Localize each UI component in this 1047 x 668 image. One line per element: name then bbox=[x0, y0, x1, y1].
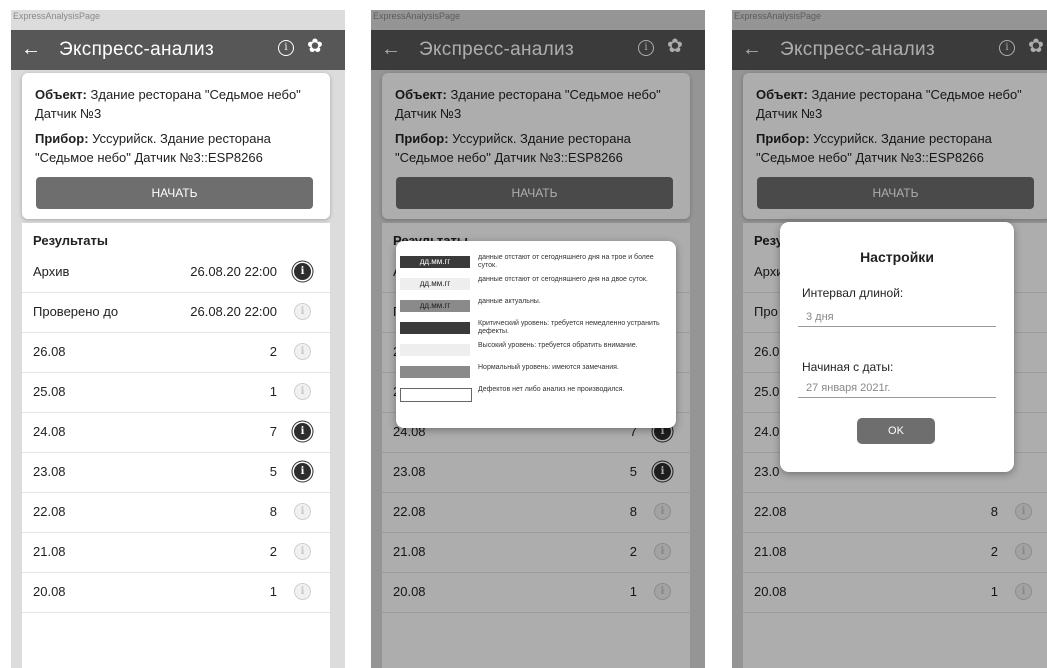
result-row-value: 26.08.20 22:00 bbox=[190, 264, 277, 279]
interval-field[interactable]: 3 дня bbox=[798, 307, 996, 327]
legend-swatch bbox=[400, 322, 470, 334]
legend-swatch: дд.мм.гг bbox=[400, 278, 470, 290]
info-icon[interactable]: i bbox=[294, 503, 311, 520]
back-arrow-icon[interactable]: ← bbox=[21, 37, 41, 61]
result-row-label: 25.08 bbox=[33, 384, 66, 399]
result-row-label: Проверено до bbox=[33, 304, 119, 319]
result-row-label: 21.08 bbox=[33, 544, 66, 559]
legend-text: Дефектов нет либо анализ не производился… bbox=[478, 386, 625, 393]
object-card: Объект: Здание ресторана "Седьмое небо" … bbox=[22, 73, 330, 219]
start-date-label: Начиная с даты: bbox=[802, 360, 894, 374]
interval-label: Интервал длиной: bbox=[802, 286, 904, 300]
result-row-label: 23.08 bbox=[33, 464, 66, 479]
gear-icon[interactable]: ✿ bbox=[307, 35, 323, 59]
info-icon[interactable]: i bbox=[294, 463, 311, 480]
result-row-value: 1 bbox=[269, 584, 277, 599]
legend-swatch: дд.мм.гг bbox=[400, 300, 470, 312]
result-row-value: 7 bbox=[269, 424, 277, 439]
legend-swatch: дд.мм.гг bbox=[400, 256, 470, 268]
result-row[interactable]: 25.08 1 i bbox=[22, 373, 330, 413]
result-row-label: Архив bbox=[33, 264, 70, 279]
legend-item: Дефектов нет либо анализ не производился… bbox=[400, 386, 672, 404]
result-row[interactable]: 21.08 2 i bbox=[22, 533, 330, 573]
legend-item: Нормальный уровень: имеются замечания. bbox=[400, 364, 672, 382]
object-line: Объект: Здание ресторана "Седьмое небо" … bbox=[35, 85, 320, 123]
result-row[interactable]: 23.08 5 i bbox=[22, 453, 330, 493]
legend-text: Нормальный уровень: имеются замечания. bbox=[478, 364, 619, 371]
info-icon[interactable]: i bbox=[294, 423, 311, 440]
info-icon[interactable]: i bbox=[294, 583, 311, 600]
result-row[interactable]: 24.08 7 i bbox=[22, 413, 330, 453]
screen-legend: ExpressAnalysisPage ← Экспресс-анализ i … bbox=[371, 10, 705, 668]
result-row-label: 26.08 bbox=[33, 344, 66, 359]
info-icon[interactable]: i bbox=[278, 40, 294, 56]
result-row-label: 20.08 bbox=[33, 584, 66, 599]
start-date-field[interactable]: 27 января 2021г. bbox=[798, 378, 996, 398]
device-label: Прибор: bbox=[35, 131, 89, 146]
result-row-value: 26.08.20 22:00 bbox=[190, 304, 277, 319]
legend-swatch bbox=[400, 366, 470, 378]
legend-text: Высокий уровень: требуется обратить вним… bbox=[478, 342, 638, 349]
legend-text: данные актуальны. bbox=[478, 298, 541, 305]
settings-dialog: Настройки Интервал длиной: 3 дня Начиная… bbox=[780, 222, 1014, 472]
result-row-value: 2 bbox=[269, 344, 277, 359]
legend-text: Критический уровень: требуется немедленн… bbox=[478, 320, 660, 335]
legend-item: дд.мм.гг данные актуальны. bbox=[400, 298, 672, 316]
result-row-value: 8 bbox=[269, 504, 277, 519]
legend-item: Критический уровень: требуется немедленн… bbox=[400, 320, 672, 338]
page-label: ExpressAnalysisPage bbox=[13, 11, 101, 21]
legend-swatch bbox=[400, 344, 470, 356]
screen-settings: ExpressAnalysisPage ← Экспресс-анализ i … bbox=[732, 10, 1047, 668]
legend-item: дд.мм.гг данные отстают от сегодняшнего д… bbox=[400, 254, 672, 272]
result-row-value: 2 bbox=[269, 544, 277, 559]
legend-text: данные отстают от сегодняшнего дня на тр… bbox=[478, 254, 654, 269]
result-row-value: 1 bbox=[269, 384, 277, 399]
result-row[interactable]: 20.08 1 i bbox=[22, 573, 330, 613]
legend-item: Высокий уровень: требуется обратить вним… bbox=[400, 342, 672, 360]
legend-popup: дд.мм.гг данные отстают от сегодняшнего д… bbox=[396, 241, 676, 428]
result-row-value: 5 bbox=[269, 464, 277, 479]
legend-swatch bbox=[400, 388, 472, 402]
legend-item: дд.мм.гг данные отстают от сегодняшнего д… bbox=[400, 276, 672, 294]
info-icon[interactable]: i bbox=[294, 543, 311, 560]
screen-main: ExpressAnalysisPage ← Экспресс-анализ i … bbox=[11, 10, 345, 668]
info-icon[interactable]: i bbox=[294, 343, 311, 360]
result-row[interactable]: 22.08 8 i bbox=[22, 493, 330, 533]
device-line: Прибор: Уссурийск. Здание ресторана "Сед… bbox=[35, 129, 320, 167]
result-row-label: 24.08 bbox=[33, 424, 66, 439]
ok-button[interactable]: OK bbox=[857, 418, 935, 444]
result-row[interactable]: Проверено до 26.08.20 22:00 i bbox=[22, 293, 330, 333]
results-title: Результаты bbox=[33, 233, 108, 248]
result-row[interactable]: Архив 26.08.20 22:00 i bbox=[22, 253, 330, 293]
info-icon[interactable]: i bbox=[294, 263, 311, 280]
legend-text: данные отстают от сегодняшнего дня на дв… bbox=[478, 276, 648, 283]
result-row-label: 22.08 bbox=[33, 504, 66, 519]
info-icon[interactable]: i bbox=[294, 383, 311, 400]
result-row[interactable]: 26.08 2 i bbox=[22, 333, 330, 373]
page-title: Экспресс-анализ bbox=[59, 39, 214, 60]
object-label: Объект: bbox=[35, 87, 87, 102]
app-bar: ← Экспресс-анализ i ✿ bbox=[11, 30, 345, 70]
start-button[interactable]: НАЧАТЬ bbox=[36, 177, 313, 209]
results-panel: Результаты Архив 26.08.20 22:00 i Проверено… bbox=[22, 223, 330, 668]
dialog-title: Настройки bbox=[860, 249, 934, 265]
info-icon[interactable]: i bbox=[294, 303, 311, 320]
